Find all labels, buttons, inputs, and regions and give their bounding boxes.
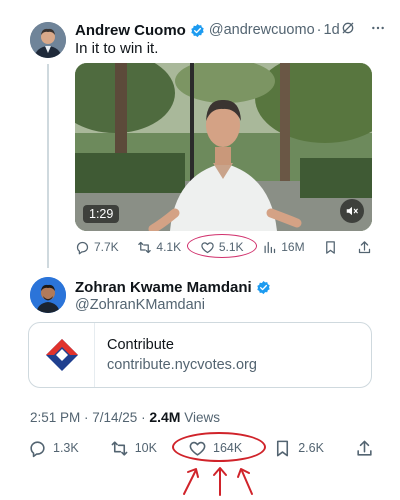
main-author-handle[interactable]: @ZohranKMamdani xyxy=(75,297,205,313)
link-card[interactable]: Contribute contribute.nycvotes.org xyxy=(28,322,372,388)
share-button[interactable] xyxy=(355,439,374,458)
views-count: 16M xyxy=(281,240,305,254)
reply-button[interactable]: 7.7K xyxy=(75,240,119,255)
views-total: 2.4M xyxy=(149,409,181,425)
share-icon xyxy=(357,240,372,255)
quoted-tweet-actions: 7.7K 4.1K 5.1K 16M xyxy=(75,236,372,258)
card-title: Contribute xyxy=(107,337,174,353)
share-icon xyxy=(355,439,374,458)
reply-icon xyxy=(28,439,47,458)
card-url[interactable]: contribute.nycvotes.org xyxy=(107,357,257,373)
tweet-meta: 2:51 PM · 7/14/25 · 2.4M Views xyxy=(30,409,220,425)
verified-badge-icon xyxy=(256,280,271,295)
views-label: Views xyxy=(180,410,220,425)
annotation-arrows-icon xyxy=(183,467,253,496)
main-tweet-actions: 1.3K 10K 164K 2.6K xyxy=(28,437,374,459)
bookmark-button[interactable]: 2.6K xyxy=(273,439,324,458)
main-author-name[interactable]: Zohran Kwame Mamdani xyxy=(75,279,252,296)
video-player[interactable]: 1:29 xyxy=(75,63,372,231)
video-duration: 1:29 xyxy=(83,205,120,223)
grok-icon[interactable] xyxy=(340,20,356,41)
main-tweet-header: Zohran Kwame Mamdani xyxy=(75,279,275,296)
quoted-tweet-header: Andrew Cuomo @andrewcuomo · 1d xyxy=(75,20,384,41)
more-icon[interactable] xyxy=(370,20,386,41)
verified-badge-icon xyxy=(190,23,205,38)
reply-icon xyxy=(75,240,90,255)
cuomo-avatar[interactable] xyxy=(30,22,66,58)
quoted-tweet-text: In it to win it. xyxy=(75,40,159,57)
share-button[interactable] xyxy=(357,240,372,255)
repost-count: 4.1K xyxy=(156,240,182,254)
repost-button[interactable]: 10K xyxy=(110,439,157,458)
repost-button[interactable]: 4.1K xyxy=(137,240,181,255)
repost-icon xyxy=(110,439,129,458)
video-thumbnail xyxy=(75,63,372,231)
timestamp[interactable]: 2:51 PM · 7/14/25 · xyxy=(30,410,149,425)
reply-count: 1.3K xyxy=(53,441,79,455)
reply-count: 7.7K xyxy=(94,240,119,254)
dot-separator: · xyxy=(316,22,322,38)
bookmark-icon xyxy=(273,439,292,458)
bookmark-count: 2.6K xyxy=(298,441,324,455)
nycvotes-logo-icon xyxy=(29,323,95,387)
like-button[interactable]: 164K xyxy=(188,439,242,458)
views-icon xyxy=(262,240,277,255)
quoted-author-name[interactable]: Andrew Cuomo xyxy=(75,22,186,39)
mute-icon[interactable] xyxy=(340,199,364,223)
thread-line xyxy=(47,64,49,268)
like-count: 164K xyxy=(213,441,243,455)
mamdani-avatar[interactable] xyxy=(30,277,66,313)
like-count: 5.1K xyxy=(218,240,244,254)
quoted-author-handle[interactable]: @andrewcuomo xyxy=(209,22,315,38)
bookmark-button[interactable] xyxy=(323,240,338,255)
reply-button[interactable]: 1.3K xyxy=(28,439,79,458)
heart-icon xyxy=(188,439,207,458)
views-button[interactable]: 16M xyxy=(262,240,305,255)
like-button[interactable]: 5.1K xyxy=(200,240,244,255)
heart-icon xyxy=(200,240,215,255)
time-ago[interactable]: 1d xyxy=(324,22,340,38)
repost-icon xyxy=(137,240,152,255)
bookmark-icon xyxy=(323,240,338,255)
repost-count: 10K xyxy=(134,441,157,455)
